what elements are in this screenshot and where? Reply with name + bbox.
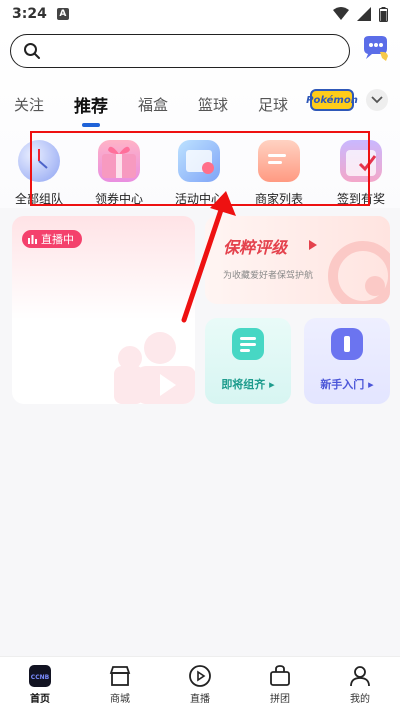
live-stream-card[interactable]: 直播中 [12,216,195,404]
nav-label: 首页 [30,693,50,705]
category-tabs: 关注 推荐 福盒 篮球 足球 Pokémon [0,86,400,127]
tab-follow[interactable]: 关注 [14,94,44,115]
signal-icon [357,7,371,21]
triangle-right-icon [309,240,317,250]
nav-home[interactable]: CCNB 首页 [0,657,80,711]
document-stack-icon [232,328,264,360]
almost-complete-label: 即将组齐 ▸ [221,378,275,391]
group-bag-icon [270,664,290,686]
tab-lucky-box[interactable]: 福盒 [138,94,168,115]
guide-book-icon [331,328,363,360]
status-bar: 3:24 A [0,0,400,28]
live-badge: 直播中 [22,230,82,248]
beginner-guide-card[interactable]: 新手入门 ▸ [304,318,390,404]
grading-card[interactable]: 保粹评级 为收藏爱好者保驾护航 [205,216,390,304]
search-bar[interactable] [10,34,350,68]
live-badge-label: 直播中 [41,233,74,246]
live-bars-icon [28,234,37,244]
nav-live[interactable]: 直播 [160,657,240,711]
battery-icon [379,6,388,22]
search-input[interactable] [49,43,329,59]
profile-icon [350,665,370,686]
chevron-down-icon [371,96,383,104]
live-play-icon [189,664,211,687]
chat-bubble-icon[interactable] [360,34,390,64]
highlight-box [30,131,370,206]
nav-profile[interactable]: 我的 [320,657,400,711]
grading-title: 保粹评级 [223,238,288,257]
nav-group-buy[interactable]: 拼团 [240,657,320,711]
nav-label: 商城 [110,693,130,705]
expand-tabs-button[interactable] [366,89,388,111]
search-icon [24,43,40,59]
wifi-icon [333,7,349,20]
beginner-guide-label: 新手入门 ▸ [320,378,374,391]
ccnb-home-icon: CCNB [29,664,51,687]
tab-recommend[interactable]: 推荐 [74,92,108,127]
nav-label: 直播 [190,693,210,705]
grading-subtitle: 为收藏爱好者保驾护航 [223,271,314,281]
nav-label: 拼团 [270,693,290,705]
live-watermark-icon [114,332,195,404]
svg-text:CCNB: CCNB [31,674,50,681]
nav-shop[interactable]: 商城 [80,657,160,711]
notification-badge-icon: A [56,8,69,20]
status-time: 3:24 [12,6,47,22]
tab-basketball[interactable]: 篮球 [198,94,228,115]
grade-ring-decor-icon [328,241,390,304]
almost-complete-card[interactable]: 即将组齐 ▸ [205,318,291,404]
app-screen: 3:24 A 关注 推荐 福盒 篮球 足球 Pokémon 全部组队 领券中心 … [0,0,400,711]
tab-football[interactable]: 足球 [258,94,288,115]
tab-pokemon-logo[interactable]: Pokémon [306,89,358,111]
bottom-navigation: CCNB 首页 商城 直播 拼团 我的 [0,656,400,711]
shop-icon [109,665,131,686]
nav-label: 我的 [350,693,370,705]
